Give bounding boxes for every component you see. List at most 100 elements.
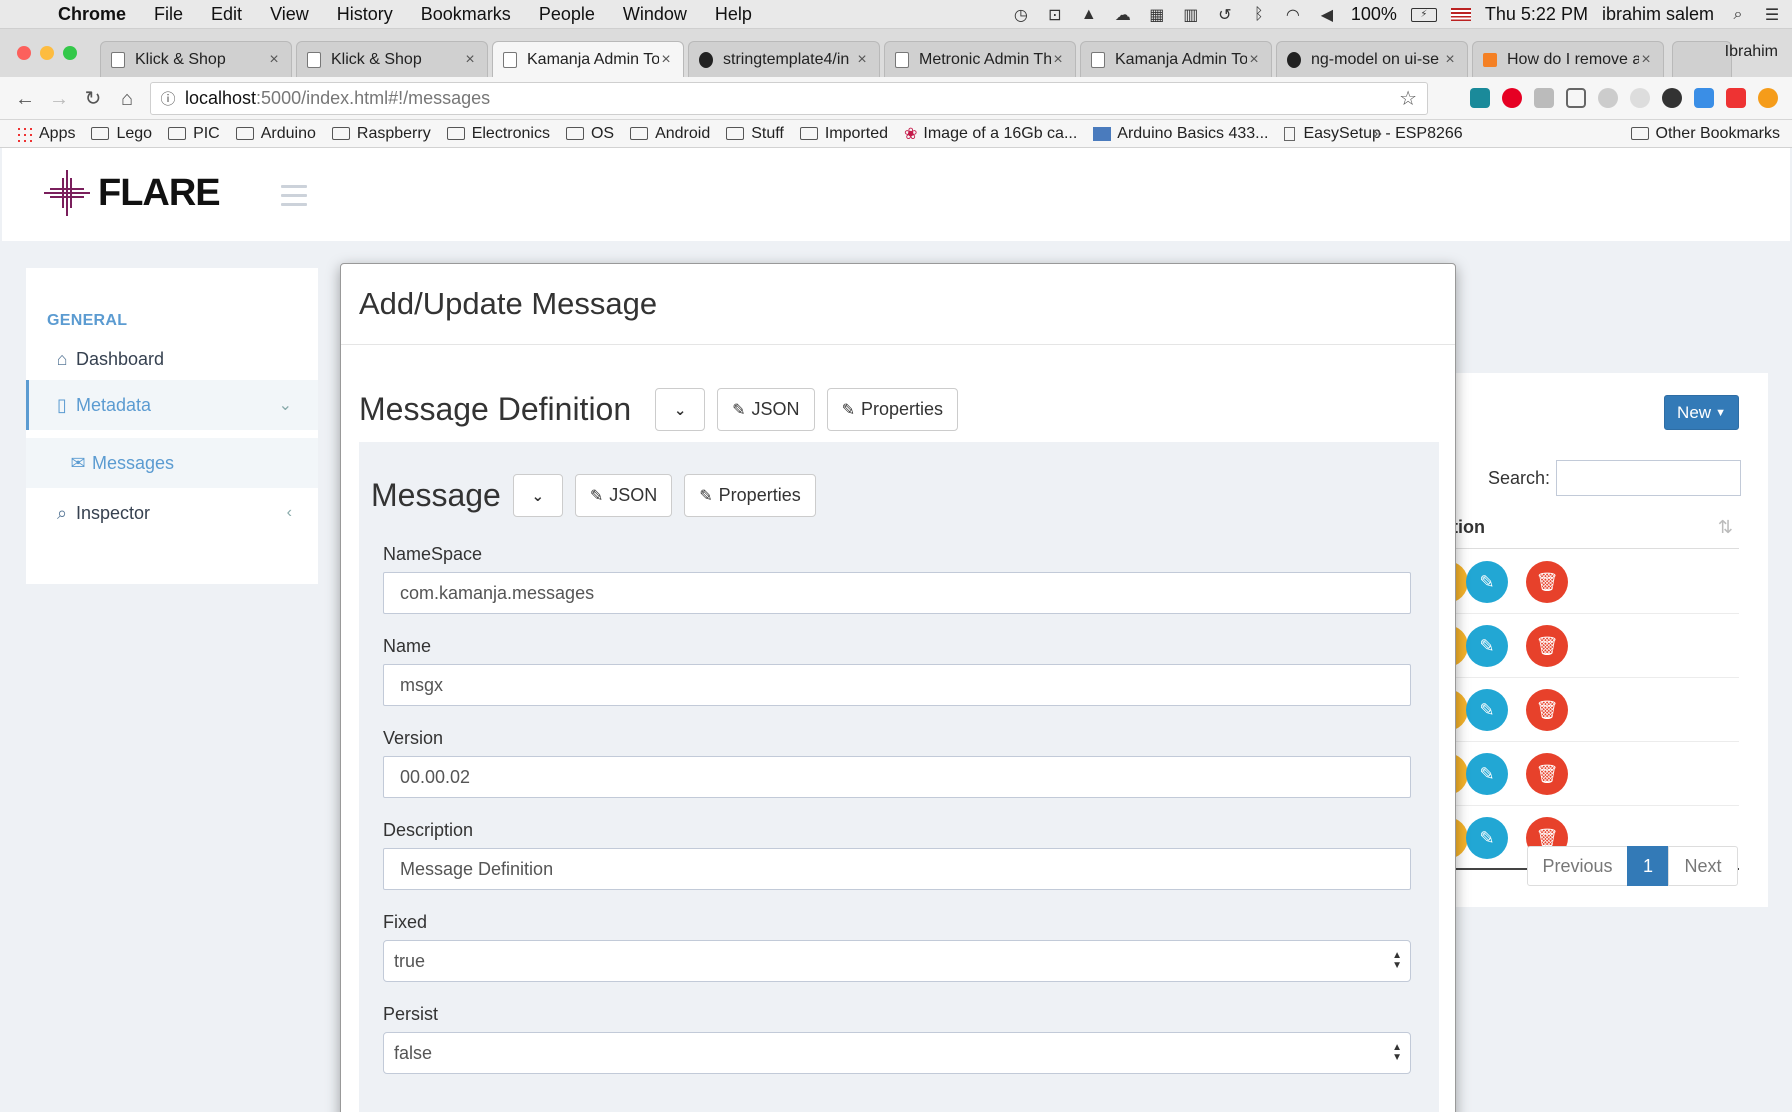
extension-9-icon[interactable] (1726, 88, 1746, 108)
bookmark-apps[interactable]: Apps (16, 125, 75, 143)
tab-klick-shop-1[interactable]: Klick & Shop × (100, 41, 292, 77)
notification-center-icon[interactable]: ☰ (1762, 6, 1782, 24)
info-icon[interactable]: ⓘ (151, 88, 185, 109)
edit-pencil-icon[interactable]: ✎ (1466, 753, 1508, 795)
next-page-button[interactable]: Next (1668, 846, 1738, 886)
bookmark-folder[interactable]: Arduino (235, 125, 316, 143)
home-icon[interactable]: ⌂ (114, 86, 140, 112)
battery-icon[interactable]: ⚡ (1410, 7, 1437, 22)
menu-clock[interactable]: Thu 5:22 PM (1485, 4, 1588, 25)
bookmark-folder[interactable]: Lego (91, 125, 152, 143)
delete-trash-icon[interactable]: 🗑 (1526, 625, 1568, 667)
sidebar-item-dashboard[interactable]: ⌂ Dashboard (26, 334, 318, 384)
docker-tray-icon[interactable]: ▦ (1147, 6, 1167, 24)
close-window-icon[interactable] (17, 46, 31, 60)
description-field[interactable]: Message Definition (383, 848, 1411, 890)
extension-7-icon[interactable] (1662, 88, 1682, 108)
delete-trash-icon[interactable]: 🗑 (1526, 689, 1568, 731)
tab-metronic[interactable]: Metronic Admin Th × (884, 41, 1076, 77)
search-input[interactable] (1556, 460, 1741, 496)
menu-user[interactable]: ibrahim salem (1602, 4, 1714, 25)
table-header-action[interactable]: ction ⇅ (1442, 505, 1739, 549)
pinterest-icon[interactable] (1502, 88, 1522, 108)
bookmark-folder[interactable]: Stuff (726, 125, 784, 143)
close-tab-icon[interactable]: × (1051, 51, 1065, 69)
drive-icon[interactable] (1598, 88, 1618, 108)
bookmark-link[interactable]: ❀ Image of a 16Gb ca... (904, 124, 1077, 144)
bookmarks-overflow-chevron[interactable]: » (1373, 125, 1382, 143)
time-machine-tray-icon[interactable]: ↺ (1215, 6, 1235, 24)
sidebar-item-inspector[interactable]: ⌕ Inspector ‹ (26, 488, 318, 538)
extension-10-icon[interactable] (1758, 88, 1778, 108)
namespace-field[interactable]: com.kamanja.messages (383, 572, 1411, 614)
profile-name[interactable]: Ibrahim (1725, 43, 1778, 61)
tab-ng-model[interactable]: ng-model on ui-se × (1276, 41, 1468, 77)
extension-8-icon[interactable] (1694, 88, 1714, 108)
bookmark-folder[interactable]: Raspberry (331, 125, 431, 143)
persist-select[interactable]: false ▲ ▼ (383, 1032, 1411, 1074)
close-tab-icon[interactable]: × (267, 51, 281, 69)
minimize-window-icon[interactable] (40, 46, 54, 60)
wifi-tray-icon[interactable]: ◠ (1283, 6, 1303, 24)
menu-toggle-icon[interactable] (281, 185, 307, 212)
delete-trash-icon[interactable]: 🗑 (1526, 753, 1568, 795)
extension-3-icon[interactable] (1534, 88, 1554, 108)
address-bar[interactable]: ⓘ localhost:5000/index.html#!/messages ☆ (150, 82, 1428, 115)
edit-pencil-icon[interactable]: ✎ (1466, 561, 1508, 603)
edit-pencil-icon[interactable]: ✎ (1466, 817, 1508, 859)
menu-file[interactable]: File (140, 4, 197, 25)
menu-edit[interactable]: Edit (197, 4, 256, 25)
spotlight-search-icon[interactable]: ⌕ (1728, 6, 1748, 24)
close-tab-icon[interactable]: × (659, 51, 673, 69)
tab-kamanja-admin-active[interactable]: Kamanja Admin To × (492, 41, 684, 77)
volume-tray-icon[interactable]: ◀ (1317, 6, 1337, 24)
definition-json-button[interactable]: ✎ JSON (717, 388, 815, 431)
message-collapse-button[interactable]: ⌄ (512, 474, 563, 517)
fixed-select[interactable]: true ▲ ▼ (383, 940, 1411, 982)
new-tab-button[interactable] (1672, 41, 1732, 77)
definition-properties-button[interactable]: ✎ Properties (826, 388, 959, 431)
cast-icon[interactable] (1566, 88, 1586, 108)
menu-people[interactable]: People (525, 4, 609, 25)
bookmark-folder[interactable]: Electronics (446, 125, 550, 143)
menu-view[interactable]: View (256, 4, 323, 25)
sidebar-item-metadata[interactable]: ▯ Metadata ⌄ (26, 380, 318, 430)
definition-collapse-button[interactable]: ⌄ (655, 388, 706, 431)
menu-app-name[interactable]: Chrome (44, 4, 140, 25)
extension-1-icon[interactable] (1470, 88, 1490, 108)
close-tab-icon[interactable]: × (855, 51, 869, 69)
tab-kamanja-admin-2[interactable]: Kamanja Admin To × (1080, 41, 1272, 77)
delete-trash-icon[interactable]: 🗑 (1526, 561, 1568, 603)
forward-arrow-icon[interactable]: → (46, 86, 72, 112)
clock-tray-icon[interactable]: ◷ (1011, 6, 1031, 24)
us-flag-icon[interactable] (1450, 8, 1471, 21)
maximize-window-icon[interactable] (63, 46, 77, 60)
bookmark-folder[interactable]: OS (565, 125, 614, 143)
menu-history[interactable]: History (323, 4, 407, 25)
back-arrow-icon[interactable]: ← (12, 86, 38, 112)
close-tab-icon[interactable]: × (1443, 51, 1457, 69)
edit-pencil-icon[interactable]: ✎ (1466, 689, 1508, 731)
menu-bookmarks[interactable]: Bookmarks (407, 4, 525, 25)
bookmark-link[interactable]: Arduino Basics 433... (1093, 125, 1268, 143)
previous-page-button[interactable]: Previous (1527, 846, 1628, 886)
lock-tray-icon[interactable]: ⊡ (1045, 6, 1065, 24)
current-page-button[interactable]: 1 (1627, 846, 1669, 886)
cloud-tray-icon[interactable]: ☁ (1113, 6, 1133, 24)
other-bookmarks[interactable]: Other Bookmarks (1630, 125, 1780, 143)
menu-window[interactable]: Window (609, 4, 701, 25)
message-json-button[interactable]: ✎ JSON (574, 474, 673, 517)
edit-pencil-icon[interactable]: ✎ (1466, 625, 1508, 667)
sort-icon[interactable]: ⇅ (1718, 505, 1733, 549)
new-button[interactable]: New ▼ (1664, 395, 1739, 430)
bluetooth-tray-icon[interactable]: ᛒ (1249, 6, 1269, 24)
tab-stringtemplate[interactable]: stringtemplate4/in × (688, 41, 880, 77)
tab-klick-shop-2[interactable]: Klick & Shop × (296, 41, 488, 77)
reload-icon[interactable]: ↻ (80, 86, 106, 112)
close-tab-icon[interactable]: × (1639, 51, 1653, 69)
version-field[interactable]: 00.00.02 (383, 756, 1411, 798)
bookmark-folder[interactable]: Android (630, 125, 710, 143)
extension-6-icon[interactable] (1630, 88, 1650, 108)
flare-logo[interactable]: FLARE (42, 168, 221, 218)
sidebar-item-messages[interactable]: ✉ Messages (26, 438, 318, 488)
